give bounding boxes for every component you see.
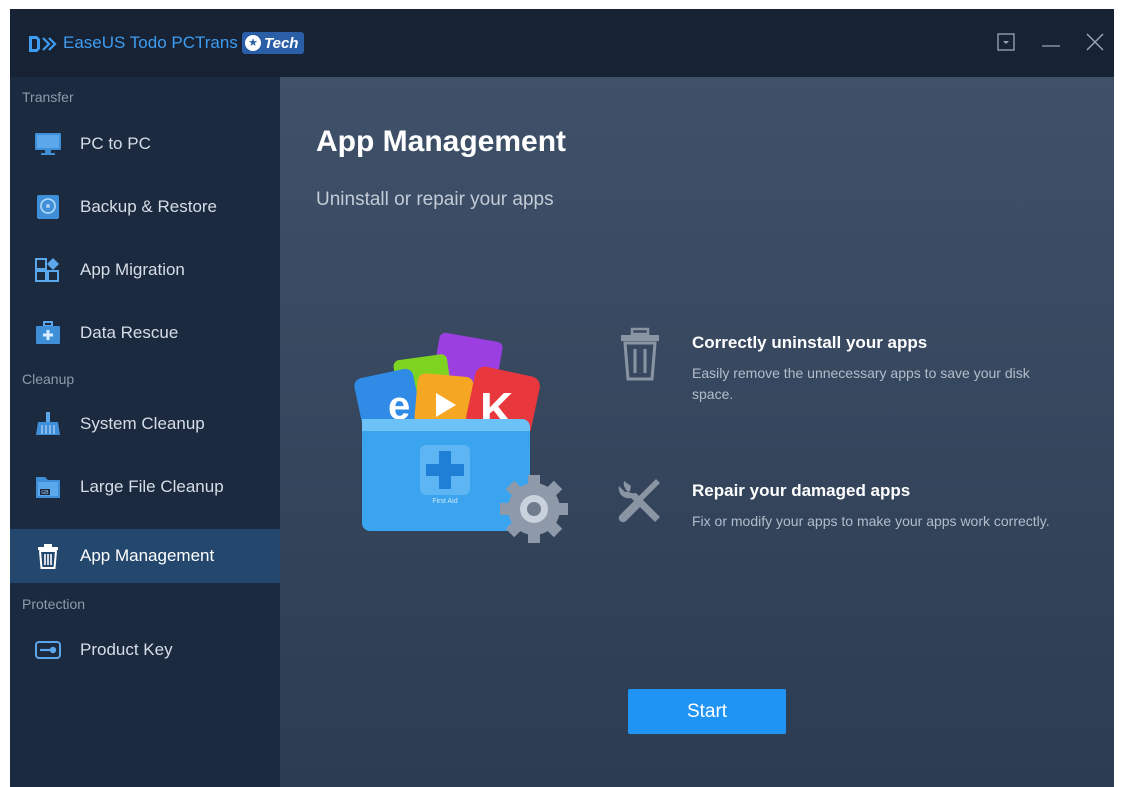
- minimize-icon[interactable]: [1040, 31, 1062, 53]
- tech-badge: ★ Tech: [242, 32, 305, 54]
- sidebar-item-label: App Management: [80, 546, 215, 565]
- sidebar-item-label: System Cleanup: [80, 414, 205, 433]
- star-icon: ★: [245, 35, 261, 51]
- start-button[interactable]: Start: [628, 689, 786, 734]
- sidebar-item-pc-to-pc[interactable]: PC to PC: [10, 117, 280, 171]
- main-panel: App Management Uninstall or repair your …: [280, 77, 1114, 787]
- sidebar-item-label: PC to PC: [80, 134, 151, 153]
- app-window: EaseUS Todo PCTrans ★ Tech Transfer PC t…: [10, 9, 1114, 787]
- sidebar-item-system-cleanup[interactable]: System Cleanup: [10, 397, 280, 451]
- sidebar-item-label: Data Rescue: [80, 323, 179, 342]
- section-label-transfer: Transfer: [22, 89, 74, 105]
- feature-title: Correctly uninstall your apps: [692, 333, 928, 352]
- section-label-protection: Protection: [22, 596, 86, 612]
- sidebar-item-label: Product Key: [80, 640, 173, 659]
- first-aid-kit-icon: [36, 321, 60, 344]
- dropdown-menu-icon[interactable]: [995, 31, 1017, 53]
- trash-can-icon: [621, 327, 659, 381]
- title-bar: EaseUS Todo PCTrans ★ Tech: [10, 9, 1114, 77]
- feature-title: Repair your damaged apps: [692, 481, 911, 500]
- easeus-logo-icon: [29, 36, 57, 52]
- first-aid-label: First Aid: [432, 498, 457, 505]
- wrench-screwdriver-icon: [618, 479, 660, 523]
- backup-disk-icon: [37, 195, 59, 219]
- sidebar-item-label: Backup & Restore: [80, 197, 218, 216]
- page-title: App Management: [316, 125, 567, 158]
- page-subtitle: Uninstall or repair your apps: [316, 189, 554, 210]
- sidebar-item-app-migration[interactable]: App Migration: [10, 243, 280, 297]
- sidebar-item-large-file-cleanup[interactable]: GB Large File Cleanup: [10, 460, 280, 514]
- close-icon[interactable]: [1084, 31, 1106, 53]
- monitor-icon: [35, 133, 61, 155]
- broom-icon: [36, 412, 60, 435]
- trash-can-icon: [38, 544, 58, 569]
- app-folder-illustration-icon: e K First Aid: [354, 332, 568, 543]
- app-grid-icon: [35, 258, 59, 282]
- app-name: EaseUS Todo PCTrans: [63, 33, 238, 52]
- sidebar: Transfer PC to PC Backup & Restore App M…: [10, 77, 280, 787]
- sidebar-item-data-rescue[interactable]: Data Rescue: [10, 306, 280, 360]
- gb-folder-icon: GB: [36, 477, 60, 498]
- feature-description: Fix or modify your apps to make your app…: [692, 513, 1050, 529]
- section-label-cleanup: Cleanup: [22, 371, 75, 387]
- sidebar-item-label: App Migration: [80, 260, 185, 279]
- sidebar-item-backup-restore[interactable]: Backup & Restore: [10, 180, 280, 234]
- sidebar-item-label: Large File Cleanup: [80, 477, 224, 496]
- svg-text:GB: GB: [41, 490, 49, 496]
- sidebar-item-app-management[interactable]: App Management: [10, 529, 280, 583]
- tech-badge-label: Tech: [264, 34, 299, 52]
- feature-description: Easily remove the unnecessary apps to sa…: [692, 365, 1030, 402]
- sidebar-item-product-key[interactable]: Product Key: [10, 623, 280, 677]
- key-icon: [35, 641, 61, 659]
